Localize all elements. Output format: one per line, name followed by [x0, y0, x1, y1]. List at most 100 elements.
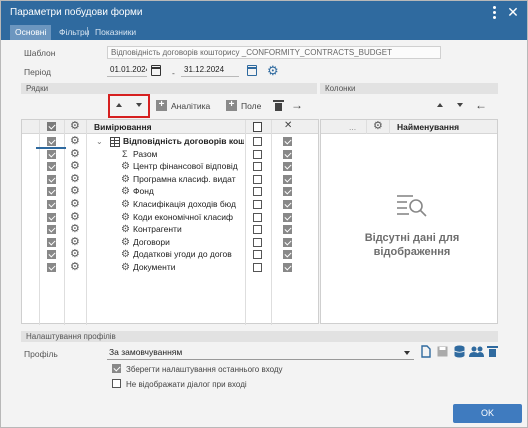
row-gear-icon[interactable]: ⚙ [70, 199, 80, 210]
row-columns-checkbox[interactable] [253, 200, 262, 209]
add-analytics-button[interactable]: Аналітика [171, 101, 210, 111]
period-settings-gear-icon[interactable]: ⚙ [267, 64, 279, 77]
move-down-icon[interactable] [136, 103, 142, 107]
expand-chevron-icon[interactable]: ⌄ [96, 137, 103, 146]
row-columns-checkbox[interactable] [253, 250, 262, 260]
row-gear-icon[interactable]: ⚙ [70, 249, 80, 260]
row-gear-icon[interactable]: ⚙ [70, 148, 80, 160]
row-include-checkbox[interactable] [283, 162, 292, 172]
columns-grid: ... ⚙ Найменування [320, 119, 498, 324]
row-gear-icon[interactable]: ⚙ [70, 136, 80, 147]
row-visible-checkbox[interactable] [47, 174, 56, 184]
users-icon[interactable] [469, 346, 484, 357]
row-include-checkbox[interactable] [283, 200, 292, 209]
period-separator: - [172, 68, 175, 78]
more-options-icon[interactable] [488, 4, 500, 20]
template-label: Шаблон [24, 48, 56, 58]
calendar-from-icon[interactable] [151, 65, 161, 76]
save-disk-icon[interactable] [437, 346, 448, 357]
row-visible-checkbox[interactable] [47, 263, 56, 272]
calendar-to-icon[interactable] [247, 65, 257, 76]
row-include-checkbox[interactable] [283, 149, 292, 159]
database-icon[interactable] [454, 345, 465, 358]
period-to-field[interactable]: 31.12.2024 [181, 64, 239, 77]
row-gear-icon[interactable]: ⚙ [70, 173, 80, 185]
move-up-icon[interactable] [116, 103, 122, 107]
chevron-down-icon[interactable] [404, 351, 410, 355]
row-include-checkbox[interactable] [283, 263, 292, 272]
row-gear-icon[interactable]: ⚙ [70, 236, 80, 248]
row-columns-checkbox[interactable] [253, 212, 262, 222]
select-all-checkbox[interactable] [47, 122, 56, 131]
row-label: Програмна класиф. видат [133, 173, 236, 184]
table-row[interactable]: ⚙ ⌄ Відповідність договорів кош [22, 136, 321, 149]
columns-header-gear-icon[interactable]: ⚙ [373, 121, 383, 132]
table-row[interactable]: ⚙ ⚙ Класифікація доходів бюд [22, 199, 321, 212]
row-columns-checkbox[interactable] [253, 149, 262, 159]
row-columns-checkbox[interactable] [253, 174, 262, 184]
row-include-checkbox[interactable] [283, 212, 292, 222]
add-field-button[interactable]: Поле [241, 101, 261, 111]
tab-main[interactable]: Основні [10, 25, 52, 40]
row-visible-checkbox[interactable] [47, 225, 56, 235]
tab-indicators[interactable]: Показники [90, 25, 141, 40]
row-label: Відповідність договорів кош [123, 136, 244, 146]
row-gear-icon[interactable]: ⚙ [70, 224, 80, 235]
row-columns-checkbox[interactable] [253, 225, 262, 235]
delete-trash-icon[interactable] [273, 100, 284, 111]
row-include-checkbox[interactable] [283, 250, 292, 260]
header-gear-icon[interactable]: ⚙ [70, 121, 80, 132]
row-gear-icon[interactable]: ⚙ [70, 186, 80, 197]
table-row[interactable]: ⚙ ⚙ Договори [22, 236, 321, 250]
tab-filters[interactable]: Фільтри [54, 25, 94, 40]
hide-dialog-checkbox[interactable] [112, 379, 121, 388]
add-analytics-icon[interactable]: + [156, 100, 167, 111]
row-visible-checkbox[interactable] [47, 162, 56, 172]
move-to-columns-arrow-icon[interactable]: → [291, 99, 303, 111]
row-gear-icon[interactable]: ⚙ [70, 262, 80, 273]
table-row[interactable]: ⚙ ⚙ Програмна класиф. видат [22, 173, 321, 187]
row-columns-checkbox[interactable] [253, 137, 262, 146]
add-field-icon[interactable]: + [226, 100, 237, 111]
row-include-checkbox[interactable] [283, 237, 292, 247]
table-row[interactable]: ⚙ ⚙ Центр фінансової відповід [22, 161, 321, 174]
row-visible-checkbox[interactable] [47, 187, 56, 197]
row-visible-checkbox[interactable] [47, 212, 56, 222]
table-row[interactable]: ⚙ ⚙ Фонд [22, 186, 321, 199]
row-include-checkbox[interactable] [283, 137, 292, 146]
row-visible-checkbox[interactable] [47, 149, 56, 159]
period-from-field[interactable]: 01.01.2024 [107, 64, 147, 77]
row-columns-checkbox[interactable] [253, 263, 262, 272]
columns-move-up-icon[interactable] [437, 103, 443, 107]
row-include-checkbox[interactable] [283, 225, 292, 235]
row-visible-checkbox[interactable] [47, 250, 56, 260]
row-columns-checkbox[interactable] [253, 162, 262, 172]
move-to-rows-arrow-icon[interactable]: ← [475, 99, 487, 111]
row-visible-checkbox[interactable] [47, 200, 56, 209]
columns-move-down-icon[interactable] [457, 103, 463, 107]
table-row[interactable]: ⚙ ⚙ Документи [22, 262, 321, 275]
profile-select[interactable]: За замовчуванням [107, 346, 414, 360]
clear-column-icon[interactable]: ✕ [284, 120, 292, 131]
profile-label: Профіль [24, 349, 58, 359]
row-include-checkbox[interactable] [283, 187, 292, 197]
close-icon[interactable]: ✕ [505, 3, 521, 21]
table-row[interactable]: ⚙ ⚙ Контрагенти [22, 224, 321, 237]
row-gear-icon[interactable]: ⚙ [70, 211, 80, 223]
delete-profile-trash-icon[interactable] [487, 346, 498, 357]
row-include-checkbox[interactable] [283, 174, 292, 184]
ok-button[interactable]: OK [453, 404, 522, 423]
row-visible-checkbox[interactable] [47, 237, 56, 247]
row-visible-checkbox[interactable] [47, 137, 56, 146]
save-last-checkbox[interactable] [112, 364, 121, 373]
dimension-icon: ⚙ [121, 173, 130, 185]
row-label: Фонд [133, 186, 154, 197]
table-row[interactable]: ⚙ ⚙ Коди економічної класиф [22, 211, 321, 225]
table-row[interactable]: ⚙ Σ Разом [22, 148, 321, 162]
row-gear-icon[interactable]: ⚙ [70, 161, 80, 172]
row-columns-checkbox[interactable] [253, 237, 262, 247]
columns-toggle-icon[interactable] [253, 122, 262, 132]
new-file-icon[interactable] [421, 345, 431, 358]
row-columns-checkbox[interactable] [253, 187, 262, 197]
table-row[interactable]: ⚙ ⚙ Додаткові угоди до догов [22, 249, 321, 262]
